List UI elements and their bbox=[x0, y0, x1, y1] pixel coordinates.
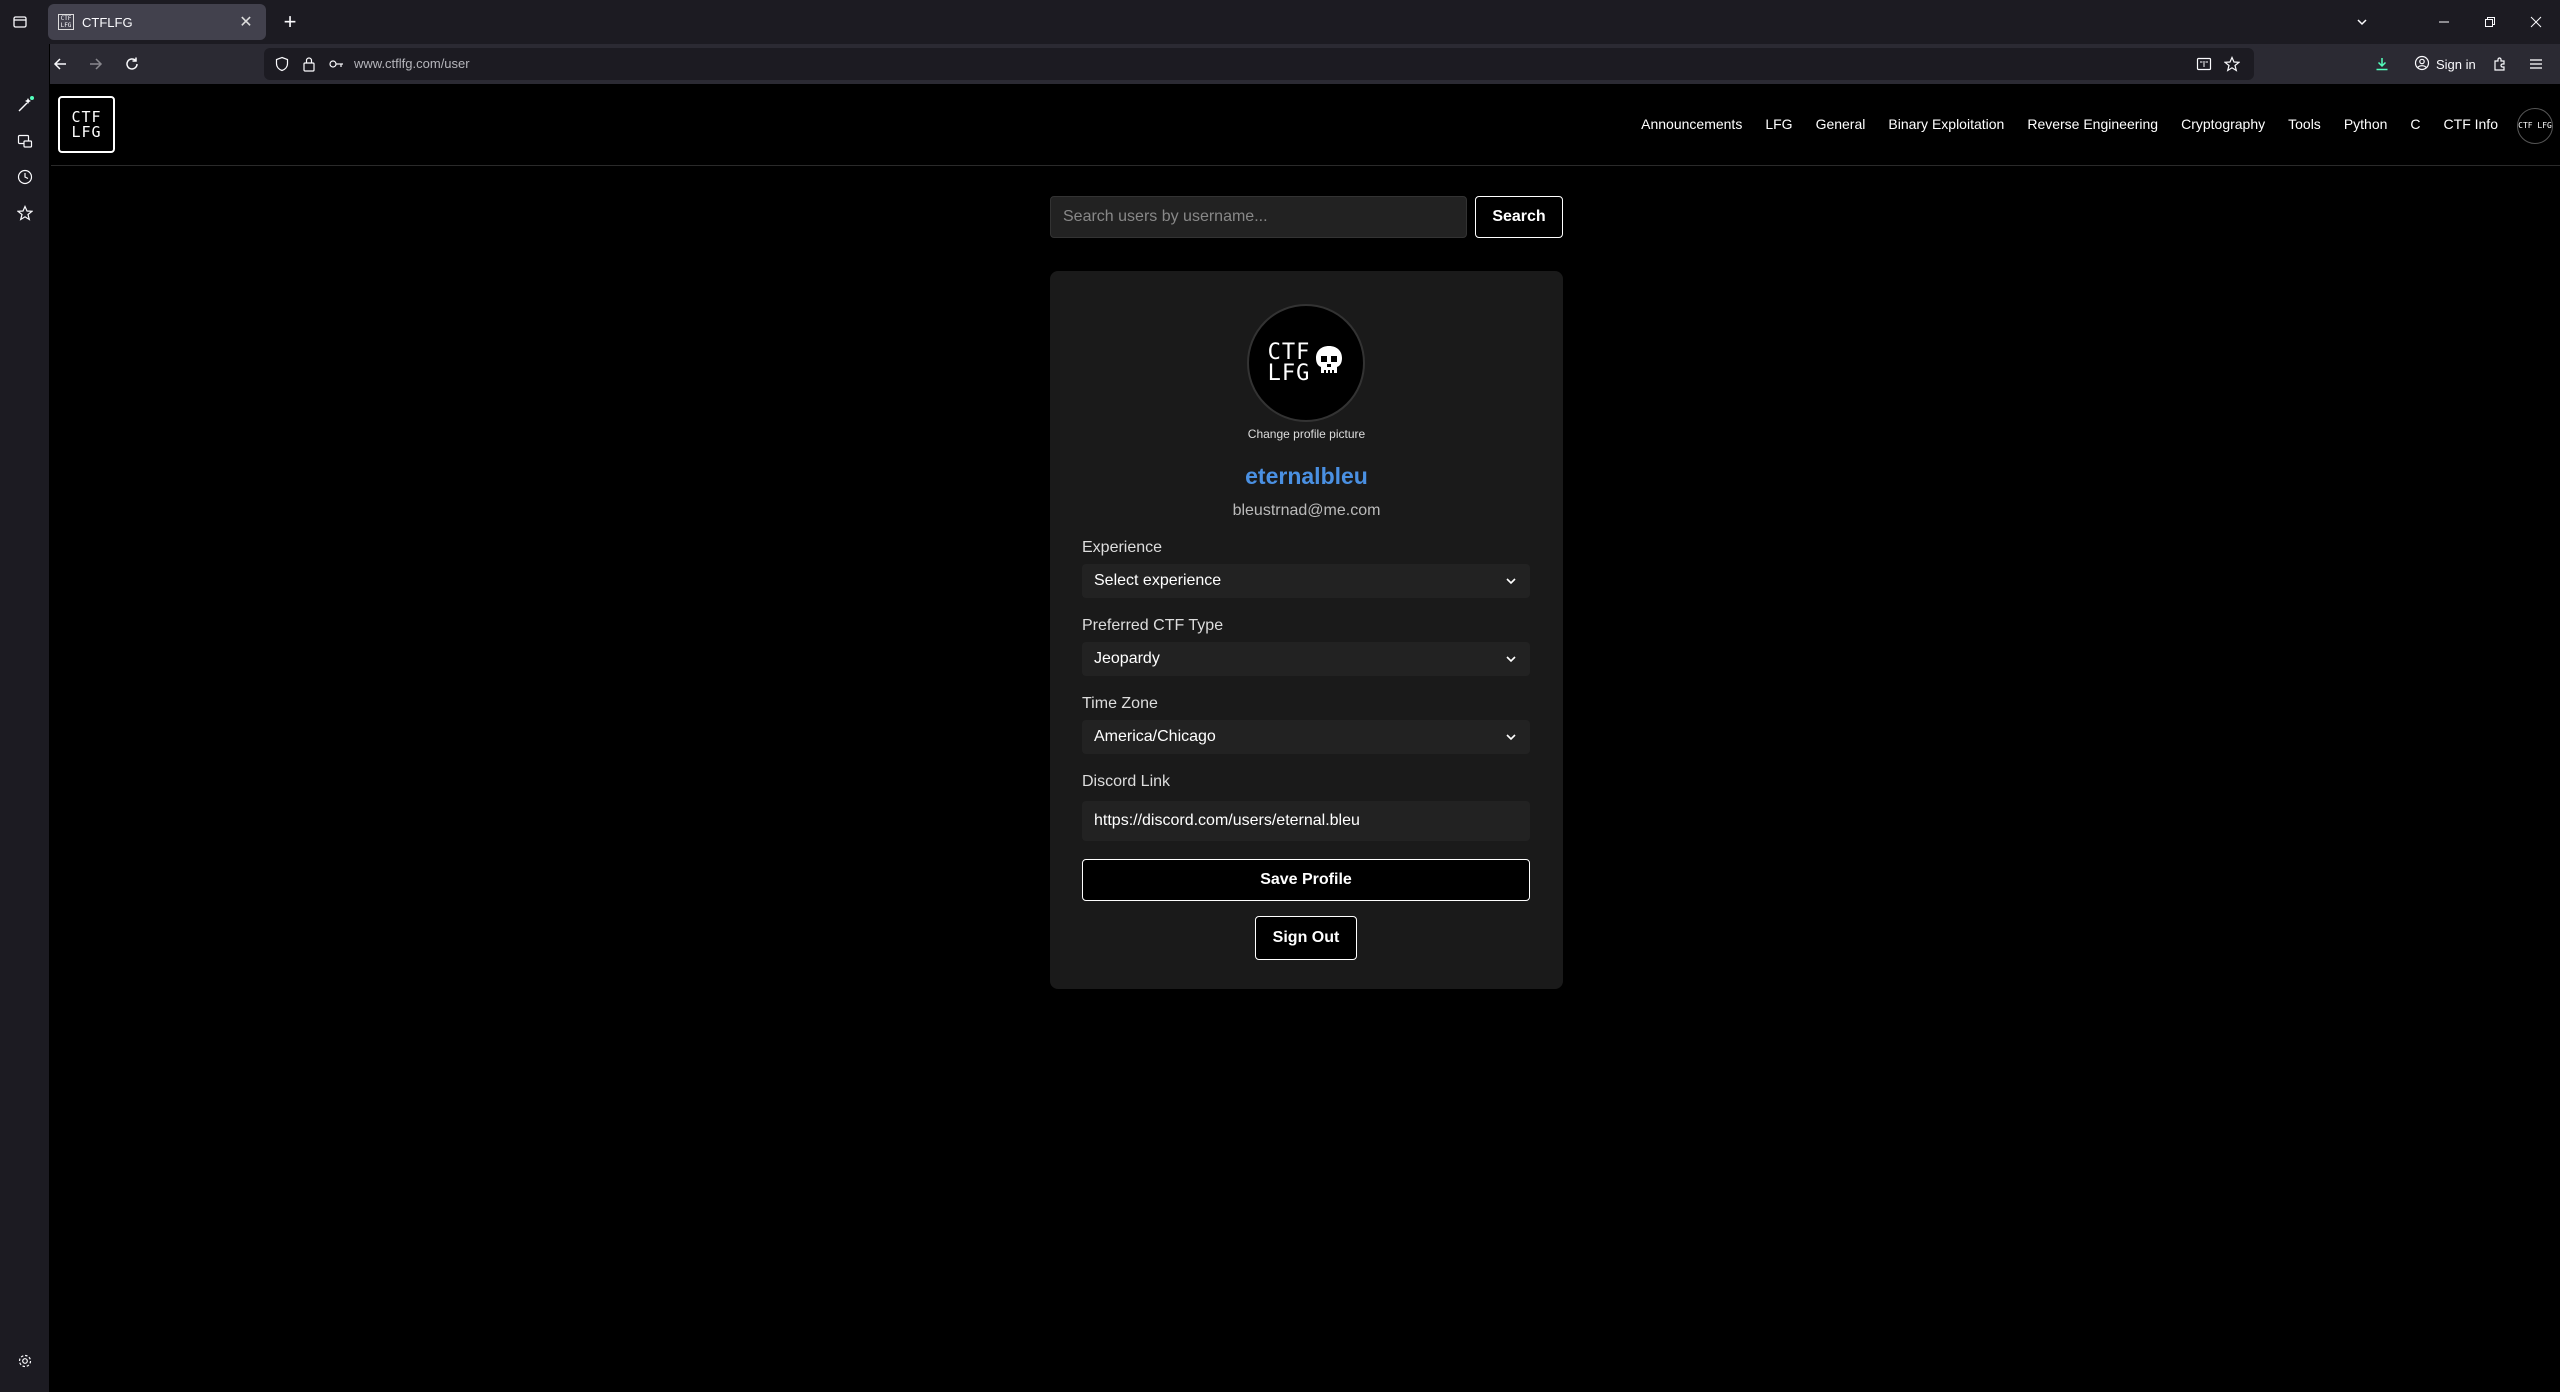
window-close-icon[interactable] bbox=[2520, 8, 2552, 36]
nav-link-python[interactable]: Python bbox=[2344, 116, 2388, 132]
profile-email: bleustrnad@me.com bbox=[1232, 502, 1381, 519]
bookmarks-icon[interactable] bbox=[9, 198, 41, 228]
ai-chatbot-icon[interactable] bbox=[9, 90, 41, 120]
browser-tab-active[interactable]: CTF LFG CTFLFG ✕ bbox=[48, 4, 266, 40]
key-icon[interactable] bbox=[328, 56, 344, 77]
nav-link-cryptography[interactable]: Cryptography bbox=[2181, 116, 2265, 132]
site-logo[interactable]: CTF LFG bbox=[58, 96, 115, 153]
nav-link-announcements[interactable]: Announcements bbox=[1641, 116, 1742, 132]
ctf-type-value: Jeopardy bbox=[1094, 650, 1160, 667]
discord-label: Discord Link bbox=[1082, 773, 1171, 790]
restore-icon[interactable] bbox=[2474, 8, 2506, 36]
extensions-icon[interactable] bbox=[2486, 50, 2514, 78]
minimize-icon[interactable] bbox=[2428, 8, 2460, 36]
list-all-tabs-icon[interactable] bbox=[2346, 8, 2378, 36]
nav-link-general[interactable]: General bbox=[1816, 116, 1866, 132]
timezone-label: Time Zone bbox=[1082, 695, 1158, 712]
download-icon[interactable] bbox=[2368, 50, 2396, 78]
forward-icon[interactable] bbox=[82, 50, 110, 78]
history-icon[interactable] bbox=[9, 162, 41, 192]
chevron-down-icon bbox=[1506, 653, 1518, 665]
sign-in-button[interactable]: Sign in bbox=[2408, 50, 2482, 78]
timezone-value: America/Chicago bbox=[1094, 728, 1216, 745]
search-button[interactable]: Search bbox=[1475, 196, 1563, 238]
timezone-select[interactable]: America/Chicago bbox=[1082, 720, 1530, 754]
url-bar[interactable]: www.ctflfg.com/user bbox=[264, 48, 2254, 80]
avatar-line-2: LFG bbox=[1267, 361, 1311, 386]
profile-card: CTF LFG Change profile picture eternalbl… bbox=[1050, 271, 1563, 989]
page-content: CTF LFG Announcements LFG General Binary… bbox=[51, 84, 2560, 1392]
close-icon[interactable]: ✕ bbox=[236, 12, 256, 32]
skull-icon bbox=[1314, 344, 1344, 383]
reader-view-icon[interactable] bbox=[2196, 56, 2212, 77]
menu-icon[interactable] bbox=[2522, 50, 2550, 78]
bookmark-star-icon[interactable] bbox=[2223, 56, 2241, 77]
nav-link-reverse-engineering[interactable]: Reverse Engineering bbox=[2027, 116, 2158, 132]
site-nav: Announcements LFG General Binary Exploit… bbox=[1618, 116, 2498, 132]
nav-link-binary-exploitation[interactable]: Binary Exploitation bbox=[1888, 116, 2004, 132]
profile-avatar[interactable]: CTF LFG bbox=[1247, 304, 1365, 422]
ctf-type-select[interactable]: Jeopardy bbox=[1082, 642, 1530, 676]
user-search-input[interactable] bbox=[1050, 196, 1467, 238]
url-text[interactable]: www.ctflfg.com/user bbox=[354, 56, 470, 71]
logo-line-2: LFG bbox=[71, 122, 102, 141]
url-host: www.ctflfg.com bbox=[354, 56, 441, 71]
reload-icon[interactable] bbox=[118, 50, 146, 78]
browser-sidebar bbox=[0, 44, 50, 1392]
chevron-down-icon bbox=[1506, 575, 1518, 587]
account-icon bbox=[2414, 55, 2430, 74]
header-avatar[interactable]: CTF LFG bbox=[2517, 108, 2553, 144]
browser-tab-bar: CTF LFG CTFLFG ✕ + bbox=[0, 0, 2560, 44]
url-path: /user bbox=[440, 56, 470, 71]
discord-link-input[interactable] bbox=[1082, 801, 1530, 841]
save-profile-button[interactable]: Save Profile bbox=[1082, 859, 1530, 901]
chevron-down-icon bbox=[1506, 731, 1518, 743]
site-header: CTF LFG Announcements LFG General Binary… bbox=[51, 84, 2560, 166]
profile-username: eternalbleu bbox=[1245, 463, 1368, 489]
lock-icon[interactable] bbox=[302, 56, 316, 77]
synced-tabs-icon[interactable] bbox=[9, 126, 41, 156]
experience-label: Experience bbox=[1082, 539, 1163, 556]
browser-nav-bar: www.ctflfg.com/user Sign in bbox=[0, 44, 2560, 84]
sign-out-button[interactable]: Sign Out bbox=[1255, 916, 1357, 960]
change-profile-picture-link[interactable]: Change profile picture bbox=[1050, 427, 1563, 441]
tab-list-icon[interactable] bbox=[6, 10, 34, 34]
nav-link-ctf-info[interactable]: CTF Info bbox=[2444, 116, 2498, 132]
experience-select[interactable]: Select experience bbox=[1082, 564, 1530, 598]
experience-value: Select experience bbox=[1094, 572, 1222, 589]
favicon-icon: CTF LFG bbox=[58, 14, 74, 30]
new-tab-icon[interactable]: + bbox=[278, 9, 302, 34]
avatar-line-1: CTF bbox=[1267, 340, 1311, 365]
settings-icon[interactable] bbox=[9, 1346, 41, 1376]
shield-icon[interactable] bbox=[274, 56, 290, 77]
back-icon[interactable] bbox=[46, 50, 74, 78]
ctf-type-label: Preferred CTF Type bbox=[1082, 617, 1224, 634]
tab-title: CTFLFG bbox=[82, 14, 133, 30]
sign-in-label: Sign in bbox=[2436, 56, 2476, 72]
nav-link-c[interactable]: C bbox=[2410, 116, 2420, 132]
avatar-text: CTF LFG bbox=[1267, 340, 1311, 386]
nav-link-tools[interactable]: Tools bbox=[2288, 116, 2321, 132]
nav-link-lfg[interactable]: LFG bbox=[1765, 116, 1792, 132]
